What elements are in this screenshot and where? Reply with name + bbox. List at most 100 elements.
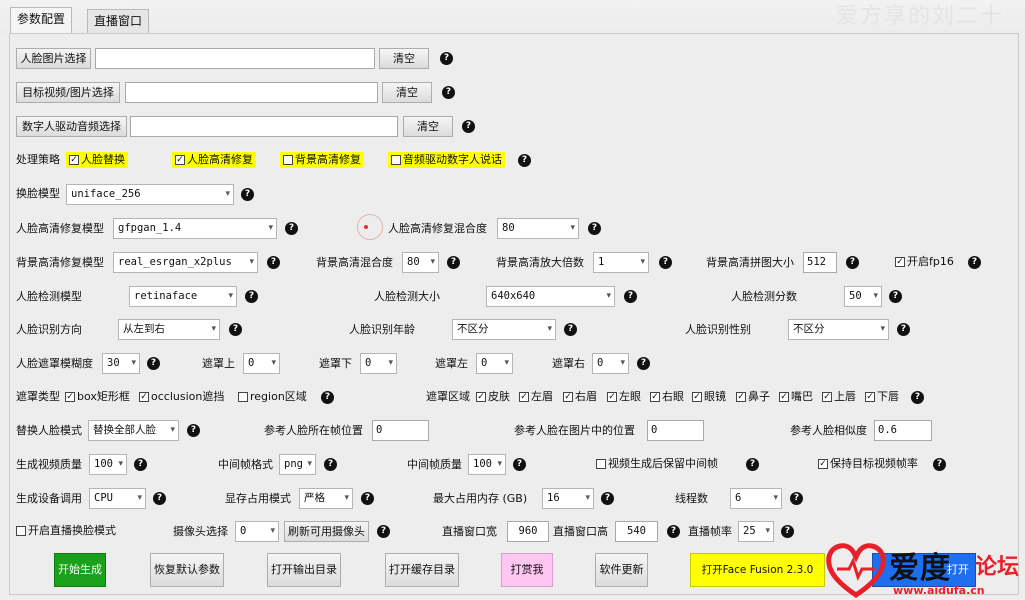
open-cache-dir-button[interactable]: 打开缓存目录 [385, 553, 459, 587]
mask-type-region-checkbox[interactable]: region区域 [238, 389, 307, 405]
help-icon[interactable]: ? [442, 86, 455, 99]
reset-defaults-button[interactable]: 恢复默认参数 [150, 553, 224, 587]
tab-config[interactable]: 参数配置 [10, 7, 73, 34]
device-select[interactable]: CPU ▾ [89, 488, 146, 509]
keep-fps-checkbox[interactable]: ✓ 保持目标视频帧率 [818, 456, 918, 472]
detect-model-select[interactable]: retinaface ▾ [129, 286, 237, 307]
help-icon[interactable]: ? [624, 290, 637, 303]
help-icon[interactable]: ? [285, 222, 298, 235]
help-icon[interactable]: ? [241, 188, 254, 201]
mask-type-occlusion-checkbox[interactable]: ✓ occlusion遮挡 [139, 389, 224, 405]
mask-region-lower-lip-checkbox[interactable]: ✓ 下唇 [865, 389, 899, 405]
mask-blur-select[interactable]: 30 ▾ [102, 353, 140, 374]
help-icon[interactable]: ? [153, 492, 166, 505]
help-icon[interactable]: ? [377, 525, 390, 538]
help-icon[interactable]: ? [361, 492, 374, 505]
video-quality-select[interactable]: 100 ▾ [89, 454, 127, 475]
help-icon[interactable]: ? [134, 458, 147, 471]
help-icon[interactable]: ? [462, 120, 475, 133]
help-icon[interactable]: ? [564, 323, 577, 336]
mask-bottom-select[interactable]: 0 ▾ [360, 353, 397, 374]
mask-left-select[interactable]: 0 ▾ [476, 353, 513, 374]
strategy-bg-enhance-checkbox[interactable]: 背景高清修复 [280, 152, 364, 168]
help-icon[interactable]: ? [440, 52, 453, 65]
mask-region-right-brow-checkbox[interactable]: ✓ 右眉 [563, 389, 597, 405]
audio-select-button[interactable]: 数字人驱动音频选择 [16, 116, 127, 137]
help-icon[interactable]: ? [659, 256, 672, 269]
refresh-camera-button[interactable]: 刷新可用摄像头 [284, 521, 369, 542]
target-video-select-button[interactable]: 目标视频/图片选择 [16, 82, 120, 103]
help-icon[interactable]: ? [889, 290, 902, 303]
open-face-fusion-button[interactable]: 打开Face Fusion 2.3.0 [690, 553, 825, 587]
live-mode-checkbox[interactable]: 开启直播换脸模式 [16, 523, 116, 539]
live-width-input[interactable]: 960 [507, 521, 549, 542]
camera-select[interactable]: 0 ▾ [235, 521, 279, 542]
help-icon[interactable]: ? [790, 492, 803, 505]
help-icon[interactable]: ? [588, 222, 601, 235]
help-icon[interactable]: ? [846, 256, 859, 269]
help-icon[interactable]: ? [229, 323, 242, 336]
bg-tile-input[interactable]: 512 [803, 252, 837, 273]
help-icon[interactable]: ? [601, 492, 614, 505]
ref-position-input[interactable]: 0 [647, 420, 704, 441]
mask-right-select[interactable]: 0 ▾ [592, 353, 629, 374]
bg-scale-select[interactable]: 1 ▾ [593, 252, 649, 273]
mask-region-upper-lip-checkbox[interactable]: ✓ 上唇 [822, 389, 856, 405]
help-icon[interactable]: ? [267, 256, 280, 269]
live-height-input[interactable]: 540 [615, 521, 658, 542]
recognize-gender-select[interactable]: 不区分 ▾ [788, 319, 889, 340]
help-icon[interactable]: ? [324, 458, 337, 471]
swap-model-select[interactable]: uniface_256 ▾ [66, 184, 234, 205]
mask-region-mouth-checkbox[interactable]: ✓ 嘴巴 [779, 389, 813, 405]
audio-clear-button[interactable]: 清空 [403, 116, 453, 137]
keep-frames-checkbox[interactable]: 视频生成后保留中间帧 [596, 456, 718, 472]
help-icon[interactable]: ? [321, 391, 334, 404]
ref-frame-input[interactable]: 0 [372, 420, 429, 441]
tab-live-window[interactable]: 直播窗口 [87, 9, 150, 33]
help-icon[interactable]: ? [147, 357, 160, 370]
enhance-blend-select[interactable]: 80 ▾ [497, 218, 579, 239]
max-memory-select[interactable]: 16 ▾ [542, 488, 594, 509]
face-image-clear-button[interactable]: 清空 [379, 48, 429, 69]
help-icon[interactable]: ? [637, 357, 650, 370]
threads-select[interactable]: 6 ▾ [730, 488, 782, 509]
start-generate-button[interactable]: 开始生成 [54, 553, 106, 587]
help-icon[interactable]: ? [667, 525, 680, 538]
mask-region-glasses-checkbox[interactable]: ✓ 眼镜 [692, 389, 726, 405]
recognize-dir-select[interactable]: 从左到右 ▾ [118, 319, 220, 340]
mask-top-select[interactable]: 0 ▾ [243, 353, 280, 374]
mask-region-left-eye-checkbox[interactable]: ✓ 左眼 [607, 389, 641, 405]
help-icon[interactable]: ? [447, 256, 460, 269]
bg-model-select[interactable]: real_esrgan_x2plus ▾ [113, 252, 258, 273]
mask-type-box-checkbox[interactable]: ✓ box矩形框 [65, 389, 130, 405]
frame-format-select[interactable]: png ▾ [279, 454, 316, 475]
vram-mode-select[interactable]: 严格 ▾ [299, 488, 353, 509]
bg-blend-select[interactable]: 80 ▾ [402, 252, 439, 273]
target-video-clear-button[interactable]: 清空 [382, 82, 432, 103]
strategy-face-swap-checkbox[interactable]: ✓ 人脸替换 [66, 152, 128, 168]
audio-path-input[interactable] [130, 116, 398, 137]
help-icon[interactable]: ? [911, 391, 924, 404]
help-icon[interactable]: ? [187, 424, 200, 437]
face-image-path-input[interactable] [95, 48, 375, 69]
detect-score-select[interactable]: 50 ▾ [844, 286, 882, 307]
mask-region-nose-checkbox[interactable]: ✓ 鼻子 [736, 389, 770, 405]
open-output-dir-button[interactable]: 打开输出目录 [267, 553, 341, 587]
help-icon[interactable]: ? [897, 323, 910, 336]
enhance-model-select[interactable]: gfpgan_1.4 ▾ [113, 218, 277, 239]
target-video-path-input[interactable] [125, 82, 378, 103]
strategy-audio-drive-checkbox[interactable]: 音频驱动数字人说话 [388, 152, 505, 168]
help-icon[interactable]: ? [513, 458, 526, 471]
mask-region-left-brow-checkbox[interactable]: ✓ 左眉 [519, 389, 553, 405]
recognize-age-select[interactable]: 不区分 ▾ [452, 319, 556, 340]
mask-region-skin-checkbox[interactable]: ✓ 皮肤 [476, 389, 510, 405]
frame-quality-select[interactable]: 100 ▾ [468, 454, 506, 475]
fp16-checkbox[interactable]: ✓ 开启fp16 [895, 254, 954, 270]
help-icon[interactable]: ? [746, 458, 759, 471]
software-update-button[interactable]: 软件更新 [595, 553, 648, 587]
donate-button[interactable]: 打赏我 [501, 553, 553, 587]
help-icon[interactable]: ? [933, 458, 946, 471]
help-icon[interactable]: ? [968, 256, 981, 269]
live-fps-select[interactable]: 25 ▾ [738, 521, 774, 542]
mask-region-right-eye-checkbox[interactable]: ✓ 右眼 [650, 389, 684, 405]
